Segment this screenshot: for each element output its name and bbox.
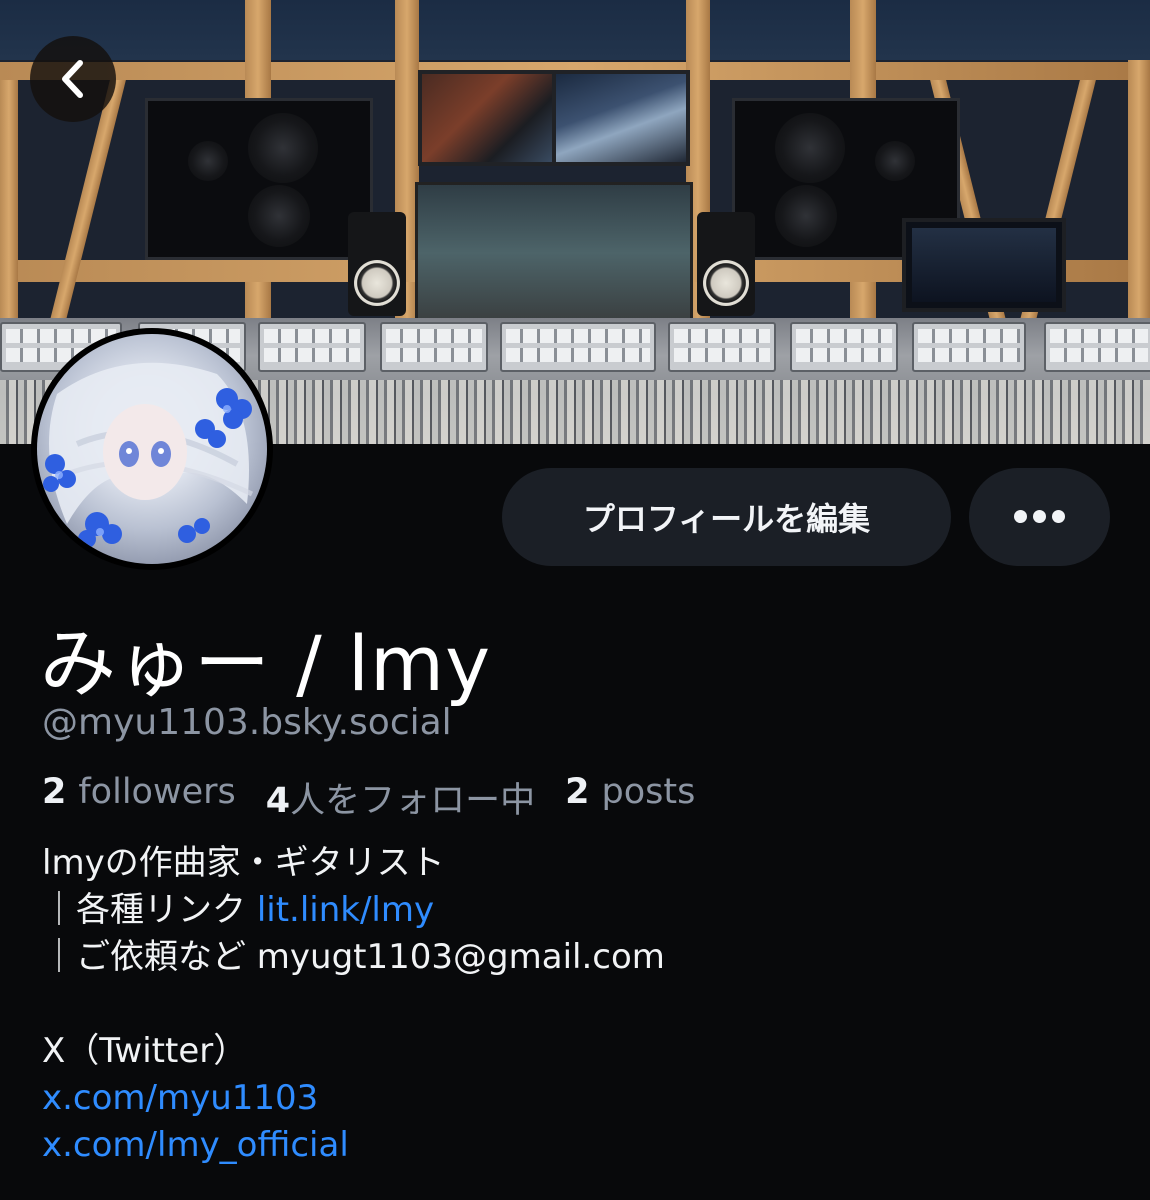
followers-stat[interactable]: 2 followers: [42, 772, 236, 823]
bio-link-litlink[interactable]: lit.link/lmy: [257, 890, 434, 930]
followers-label: followers: [78, 772, 236, 812]
profile-stats: 2 followers 4人をフォロー中 2 posts: [42, 772, 695, 823]
daw-screen: [902, 218, 1066, 312]
nearfield-speaker-left: [348, 212, 406, 316]
video-screen-left: [418, 70, 558, 166]
display-name: みゅー / lmy: [40, 619, 492, 708]
bio-line: ｜ご依頼など myugt1103@gmail.com: [42, 937, 665, 977]
edit-profile-button[interactable]: プロフィールを編集: [502, 468, 951, 566]
edit-profile-label: プロフィールを編集: [582, 500, 871, 538]
meter-bank: [380, 322, 488, 372]
bio-text: ｜各種リンク: [42, 890, 257, 930]
following-label: 人をフォロー中: [290, 781, 536, 821]
ellipsis-icon: [1011, 508, 1068, 527]
meter-bank: [912, 322, 1026, 372]
meter-bank: [790, 322, 898, 372]
posts-count: 2: [565, 772, 590, 812]
bio-link-x-lmy-official[interactable]: x.com/lmy_official: [42, 1125, 349, 1165]
posts-stat: 2 posts: [565, 772, 695, 823]
bio-link-x-myu1103[interactable]: x.com/myu1103: [42, 1078, 318, 1118]
bio-line: X（Twitter）: [42, 1031, 248, 1071]
following-stat[interactable]: 4人をフォロー中: [266, 772, 535, 823]
nearfield-speaker-right: [697, 212, 755, 316]
meter-bank: [258, 322, 366, 372]
meter-bank: [668, 322, 776, 372]
chevron-left-icon: [62, 60, 83, 98]
following-count: 4: [265, 781, 291, 821]
profile-handle: @myu1103.bsky.social: [42, 702, 452, 743]
meter-bank: [500, 322, 656, 372]
avatar-image: [37, 334, 267, 564]
bio-blank-line: [42, 981, 665, 1028]
booth-window: [415, 182, 693, 324]
video-screen-right: [552, 70, 690, 166]
banner-beam: [0, 80, 18, 320]
profile-bio: lmyの作曲家・ギタリスト ｜各種リンク lit.link/lmy ｜ご依頼など…: [42, 840, 665, 1169]
posts-label: posts: [601, 772, 696, 812]
main-monitor-left: [145, 98, 373, 260]
banner-beam: [1128, 60, 1150, 320]
bio-line: lmyの作曲家・ギタリスト: [42, 843, 445, 883]
meter-bank: [1044, 322, 1150, 372]
back-button[interactable]: [30, 36, 116, 122]
bio-line: ｜各種リンク lit.link/lmy: [42, 887, 665, 934]
followers-count: 2: [42, 772, 67, 812]
avatar[interactable]: [31, 328, 273, 570]
more-options-button[interactable]: [969, 468, 1110, 566]
banner-ceiling: [0, 0, 1150, 60]
